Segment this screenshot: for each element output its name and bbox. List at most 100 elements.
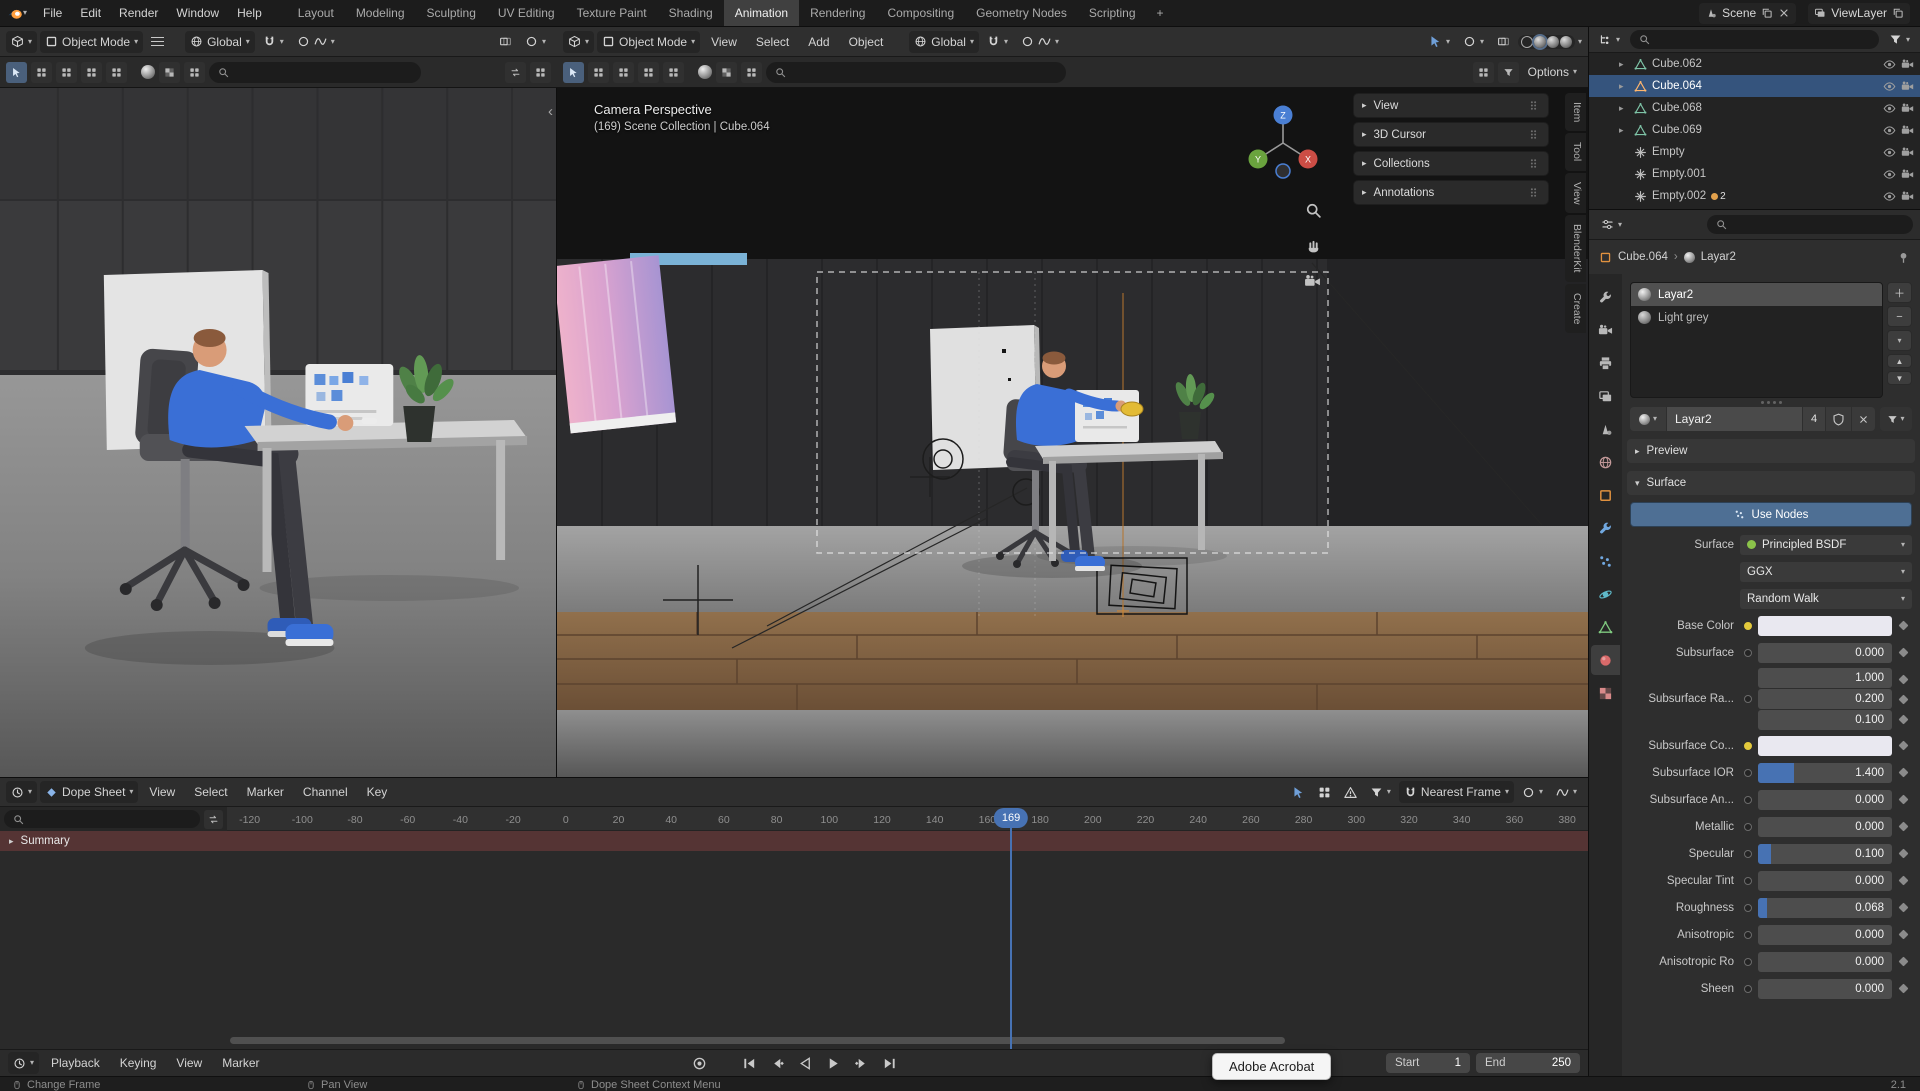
outliner-item[interactable]: ▸ Empty.002 2	[1589, 185, 1920, 207]
pin-id-icon[interactable]	[1897, 251, 1910, 264]
move-slot-up-button[interactable]: ▲	[1887, 354, 1912, 368]
keyframe-decorator[interactable]	[1898, 957, 1908, 967]
tab-world[interactable]	[1591, 447, 1620, 477]
move-slot-down-button[interactable]: ▼	[1887, 371, 1912, 385]
playback-menu[interactable]: Marker	[214, 1056, 267, 1070]
add-slot-button[interactable]: ＋	[1887, 282, 1912, 303]
subsurface-slider[interactable]: 0.000	[1758, 643, 1892, 663]
only-selected-toggle[interactable]	[1287, 781, 1310, 803]
snapping-toggle[interactable]: ▾	[258, 31, 289, 53]
channel-search-input[interactable]	[30, 812, 191, 826]
snap-dropdown[interactable]: Nearest Frame▾	[1399, 781, 1514, 803]
specular-tint-slider[interactable]: 0.000	[1758, 871, 1892, 891]
keyframe-decorator[interactable]	[1898, 795, 1908, 805]
material-preview-ball[interactable]	[141, 65, 155, 79]
mode-dropdown[interactable]: Object Mode▾	[40, 31, 143, 53]
material-name-field[interactable]: Layar2	[1667, 407, 1802, 431]
paint-option-button[interactable]	[716, 62, 737, 83]
transform-orientation-dropdown[interactable]: Global▾	[185, 31, 255, 53]
gizmo-negative-z-axis[interactable]	[1276, 164, 1290, 178]
grid-options-button[interactable]	[530, 62, 551, 83]
anim-dot[interactable]	[1744, 649, 1752, 657]
tool-search-input[interactable]	[792, 65, 1057, 79]
disable-in-renders-icon[interactable]	[1901, 124, 1914, 137]
blender-logo-icon[interactable]: ▾	[0, 0, 34, 26]
disable-in-renders-icon[interactable]	[1901, 190, 1914, 203]
outliner-item[interactable]: ▸ Empty.001	[1589, 163, 1920, 185]
topbar-menu[interactable]: Help	[228, 0, 271, 26]
pan-hand-button[interactable]	[1301, 233, 1325, 257]
swap-tool-button[interactable]	[505, 62, 526, 83]
disable-in-renders-icon[interactable]	[1901, 168, 1914, 181]
camera-view-button[interactable]	[1300, 269, 1324, 293]
hide-in-viewport-icon[interactable]	[1883, 168, 1896, 181]
active-tool-button[interactable]	[563, 62, 584, 83]
npanel-section-header[interactable]: ▸ Collections	[1353, 151, 1549, 176]
horizontal-scrollbar[interactable]	[230, 1037, 1285, 1044]
workspace-tab[interactable]: Texture Paint	[566, 0, 658, 26]
expander-icon[interactable]: ▸	[1619, 81, 1629, 92]
subsurface-ior-slider[interactable]: 1.400	[1758, 763, 1892, 783]
next-keyframe-button[interactable]	[848, 1052, 874, 1074]
tool-preset-button[interactable]	[81, 62, 102, 83]
playhead[interactable]	[1010, 825, 1012, 1049]
disable-in-renders-icon[interactable]	[1901, 146, 1914, 159]
dope-sheet-editor[interactable]: ▾ Dope Sheet▾ ViewSelectMarkerChannelKey…	[0, 777, 1588, 1049]
xray-toggle[interactable]	[494, 31, 517, 53]
play-reverse-button[interactable]	[792, 1052, 818, 1074]
viewport-menu[interactable]: Object	[841, 35, 892, 49]
delete-scene-icon[interactable]	[1778, 7, 1790, 19]
keyframe-decorator[interactable]	[1898, 903, 1908, 913]
jump-to-end-button[interactable]	[876, 1052, 902, 1074]
mode-dropdown[interactable]: Object Mode▾	[597, 31, 700, 53]
expander-icon[interactable]: ▸	[1619, 103, 1629, 114]
subsurface-radius-z[interactable]: 0.100	[1758, 710, 1892, 730]
tool-search[interactable]	[209, 62, 421, 83]
auto-keying-toggle[interactable]	[686, 1052, 712, 1074]
anim-dot[interactable]	[1744, 931, 1752, 939]
outliner-item[interactable]: ▸ Cube.068	[1589, 97, 1920, 119]
tool-preset-button[interactable]	[106, 62, 127, 83]
material-shading-button[interactable]	[1547, 36, 1559, 48]
paint-option-button[interactable]	[159, 62, 180, 83]
subsurface-color-swatch[interactable]	[1758, 736, 1892, 756]
anim-dot[interactable]	[1744, 958, 1752, 966]
outliner-search-input[interactable]	[1656, 33, 1870, 47]
material-slot[interactable]: Light grey	[1631, 306, 1882, 329]
outliner-search[interactable]	[1630, 30, 1879, 49]
breadcrumb-material[interactable]: Layar2	[1701, 251, 1736, 263]
tab-view-layer[interactable]	[1591, 381, 1620, 411]
topbar-menu[interactable]: File	[34, 0, 71, 26]
wireframe-shading-button[interactable]	[1521, 36, 1533, 48]
npanel-tab[interactable]: Create	[1565, 284, 1586, 334]
add-workspace-button[interactable]: +	[1147, 0, 1174, 26]
tab-texture[interactable]	[1591, 678, 1620, 708]
sss-method-dropdown[interactable]: Random Walk▾	[1740, 589, 1912, 609]
tool-preset-button[interactable]	[638, 62, 659, 83]
filter-button[interactable]	[1498, 62, 1519, 83]
npanel-expand-arrow[interactable]: ‹	[548, 104, 553, 119]
grid-options-button[interactable]	[1473, 62, 1494, 83]
anim-dot[interactable]	[1744, 877, 1752, 885]
filter-dropdown[interactable]: ▾	[1365, 781, 1396, 803]
anim-dot[interactable]	[1744, 823, 1752, 831]
viewport-menu[interactable]: View	[703, 35, 745, 49]
shading-dropdown[interactable]: ▾	[520, 31, 551, 53]
hide-in-viewport-icon[interactable]	[1883, 124, 1896, 137]
anisotropic-slider[interactable]: 0.000	[1758, 925, 1892, 945]
options-dropdown[interactable]: Options▾	[1523, 61, 1582, 83]
previous-keyframe-button[interactable]	[764, 1052, 790, 1074]
proportional-editing-toggle[interactable]: ▾	[1016, 31, 1064, 53]
dopesheet-mode-dropdown[interactable]: Dope Sheet▾	[40, 781, 138, 803]
editor-type-button[interactable]: ▾	[6, 31, 37, 53]
tab-modifiers[interactable]	[1591, 513, 1620, 543]
fake-user-button[interactable]	[1826, 407, 1851, 431]
falloff-dropdown[interactable]: ▾	[1551, 781, 1582, 803]
keyframe-decorator[interactable]	[1898, 984, 1908, 994]
playback-menu[interactable]: View	[168, 1056, 210, 1070]
material-users-count[interactable]: 4	[1803, 407, 1825, 431]
disable-in-renders-icon[interactable]	[1901, 80, 1914, 93]
hide-in-viewport-icon[interactable]	[1883, 80, 1896, 93]
keyframe-decorator[interactable]	[1898, 822, 1908, 832]
npanel-tab[interactable]: BlenderKit	[1565, 215, 1586, 281]
